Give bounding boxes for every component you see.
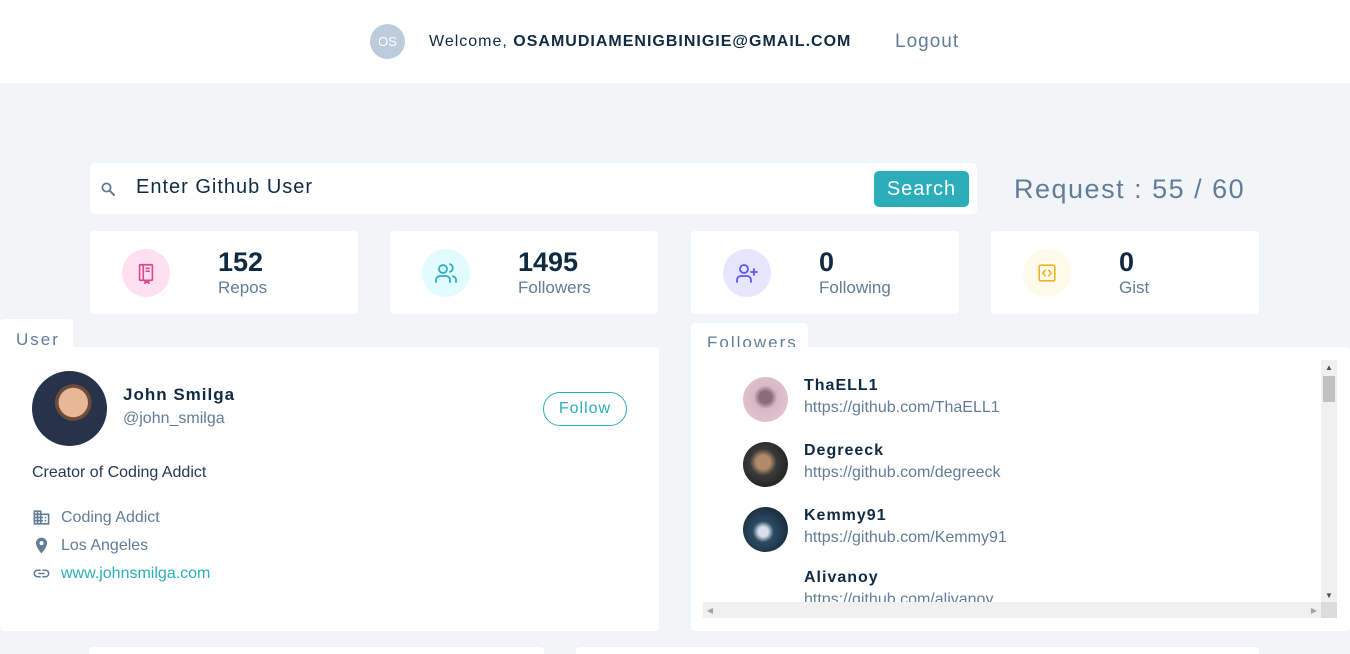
user-bio: Creator of Coding Addict xyxy=(32,464,207,481)
repos-count: 152 xyxy=(218,247,264,277)
building-icon xyxy=(33,510,50,525)
scrollbar-thumb[interactable] xyxy=(1323,376,1335,402)
request-counter: Request : 55 / 60 xyxy=(1014,174,1246,204)
follower-name: Alivanoy xyxy=(804,569,879,586)
follower-avatar xyxy=(743,377,788,422)
company-text: Coding Addict xyxy=(61,508,160,526)
user-avatar xyxy=(32,371,107,446)
welcome-message: Welcome, osamudiamenigbinigie@gmail.com xyxy=(429,33,851,51)
repos-label: Repos xyxy=(218,278,268,297)
welcome-prefix: Welcome, xyxy=(429,33,508,50)
user-name: John Smilga xyxy=(123,385,236,404)
gist-label: Gist xyxy=(1119,278,1150,297)
user-handle: @john_smilga xyxy=(123,410,225,427)
stat-card-followers: 1495 Followers xyxy=(390,231,658,314)
navbar: OS Welcome, osamudiamenigbinigie@gmail.c… xyxy=(0,0,1350,83)
user-card: John Smilga @john_smilga Follow Creator … xyxy=(0,347,659,631)
followers-label: Followers xyxy=(518,278,591,297)
user-avatar-initials: OS xyxy=(370,24,405,59)
logout-button[interactable]: Logout xyxy=(895,31,959,53)
search-button[interactable]: Search xyxy=(874,171,969,207)
following-count: 0 xyxy=(819,247,835,277)
user-plus-icon xyxy=(723,249,771,297)
follower-item: Alivanoy https://github.com/alivanoy xyxy=(743,569,1303,602)
scrollbar-corner xyxy=(1321,602,1337,618)
following-label: Following xyxy=(819,278,891,297)
gist-count: 0 xyxy=(1119,247,1135,277)
chart-card-right xyxy=(576,647,1259,654)
user-blog: www.johnsmilga.com xyxy=(32,564,210,583)
scroll-up-arrow-icon[interactable]: ▲ xyxy=(1321,360,1337,374)
follower-url[interactable]: https://github.com/degreeck xyxy=(804,464,1001,482)
stat-card-repos: 152 Repos xyxy=(90,231,358,314)
followers-count: 1495 xyxy=(518,247,579,277)
scroll-right-arrow-icon[interactable]: ▶ xyxy=(1307,602,1321,618)
stat-card-gist: 0 Gist xyxy=(991,231,1259,314)
user-email: osamudiamenigbinigie@gmail.com xyxy=(513,33,852,50)
chart-card-left xyxy=(89,647,544,654)
follower-url[interactable]: https://github.com/alivanoy xyxy=(804,591,993,602)
follower-item: Degreeck https://github.com/degreeck xyxy=(743,442,1303,502)
book-icon xyxy=(122,249,170,297)
follower-url[interactable]: https://github.com/Kemmy91 xyxy=(804,529,1007,547)
follower-avatar xyxy=(743,507,788,552)
followers-vertical-scrollbar[interactable]: ▲ ▼ xyxy=(1321,360,1337,602)
followers-list[interactable]: ThaELL1 https://github.com/ThaELL1 Degre… xyxy=(703,360,1328,602)
tab-followers: Followers xyxy=(691,323,808,352)
tab-user: User xyxy=(0,319,73,349)
blog-link[interactable]: www.johnsmilga.com xyxy=(61,565,210,583)
stat-card-following: 0 Following xyxy=(691,231,959,314)
follower-item: ThaELL1 https://github.com/ThaELL1 xyxy=(743,377,1303,437)
search-icon xyxy=(101,182,115,196)
location-text: Los Angeles xyxy=(61,536,149,554)
follower-avatar xyxy=(743,442,788,487)
users-icon xyxy=(422,249,470,297)
search-input[interactable] xyxy=(136,176,836,199)
followers-horizontal-scrollbar[interactable]: ◀ ▶ xyxy=(703,602,1321,618)
scroll-down-arrow-icon[interactable]: ▼ xyxy=(1321,588,1337,602)
follower-name: ThaELL1 xyxy=(804,377,879,394)
followers-card: ThaELL1 https://github.com/ThaELL1 Degre… xyxy=(691,347,1350,631)
follower-name: Kemmy91 xyxy=(804,507,887,524)
user-company: Coding Addict xyxy=(32,508,160,527)
user-location: Los Angeles xyxy=(32,536,148,555)
code-icon xyxy=(1023,249,1071,297)
scroll-left-arrow-icon[interactable]: ◀ xyxy=(703,602,717,618)
link-icon xyxy=(33,569,50,578)
follow-button[interactable]: Follow xyxy=(543,392,627,426)
location-pin-icon xyxy=(35,537,48,554)
follower-item: Kemmy91 https://github.com/Kemmy91 xyxy=(743,507,1303,567)
follower-name: Degreeck xyxy=(804,442,885,459)
follower-url[interactable]: https://github.com/ThaELL1 xyxy=(804,399,1000,417)
